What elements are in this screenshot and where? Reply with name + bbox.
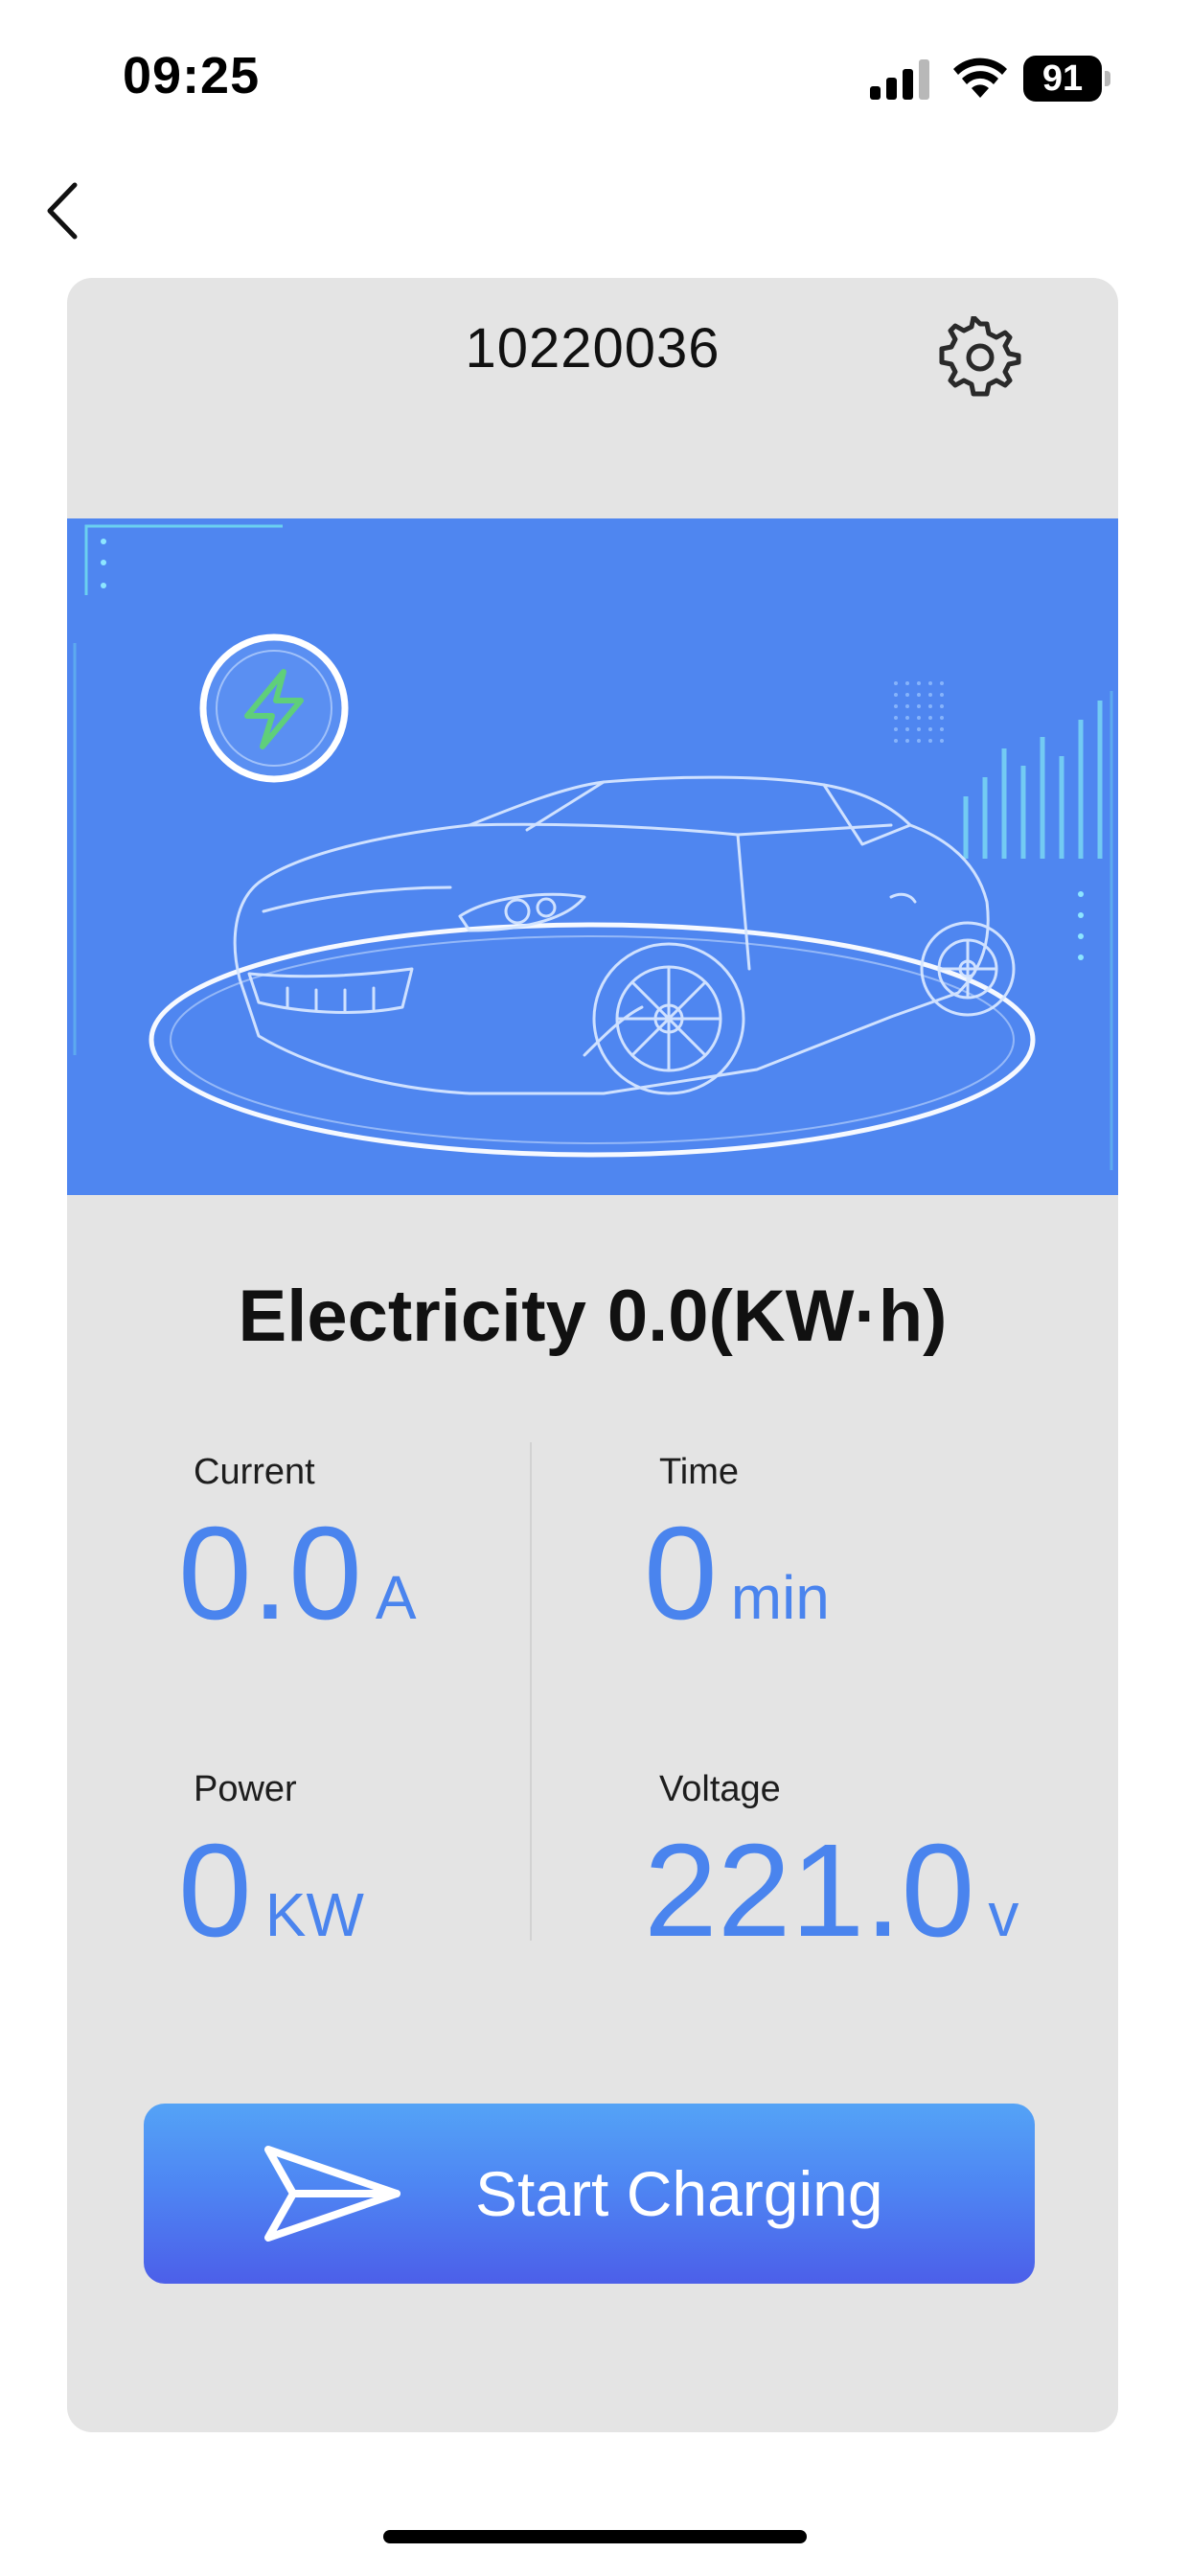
metric-time-value-row: 0 min [644,1502,830,1669]
hero-banner [67,518,1118,1195]
electricity-summary: Electricity 0.0(KW·h) [67,1275,1118,1358]
metric-time-unit: min [730,1563,830,1632]
charger-card: 10220036 Electricity 0.0(KW·h) Current 0… [67,278,1118,2432]
metric-current-label: Current [194,1452,315,1492]
metric-current-value-row: 0.0 A [178,1502,417,1669]
chevron-left-icon [47,182,78,240]
metric-voltage-value-row: 221.0 v [644,1819,1018,1987]
send-icon [264,2146,400,2242]
wifi-icon [953,58,1007,98]
lightning-bolt-icon [199,633,349,783]
electricity-label: Electricity [238,1276,586,1357]
metric-time-value: 0 [644,1500,718,1647]
home-indicator[interactable] [383,2530,807,2543]
metric-power-label: Power [194,1769,297,1809]
settings-button[interactable] [939,314,1021,399]
battery-level: 91 [1023,56,1102,102]
metric-power-value-row: 0 KW [178,1819,364,1987]
metric-current-value: 0.0 [178,1500,362,1647]
metric-voltage-unit: v [988,1880,1019,1949]
status-time: 09:25 [123,47,261,104]
status-bar: 09:25 91 [0,0,1190,158]
gear-icon [939,314,1021,397]
metric-current-unit: A [375,1563,417,1632]
signal-icon [870,59,929,100]
metrics-divider [530,1442,532,1941]
metric-voltage-label: Voltage [659,1769,781,1809]
metric-voltage-value: 221.0 [644,1817,975,1965]
battery-icon: 91 [1023,56,1111,102]
back-button[interactable] [38,177,96,244]
start-charging-button[interactable]: Start Charging [144,2104,1035,2284]
metric-power-value: 0 [178,1817,252,1965]
metric-power-unit: KW [264,1880,364,1949]
start-charging-label: Start Charging [475,2158,883,2229]
electricity-value: 0.0(KW·h) [606,1276,948,1357]
sports-car-illustration [73,524,1113,1170]
battery-tip [1105,71,1110,86]
metric-time-label: Time [659,1452,740,1492]
charging-screen: 09:25 91 10220036 Electricity 0.0(KW·h) … [0,0,1190,2576]
